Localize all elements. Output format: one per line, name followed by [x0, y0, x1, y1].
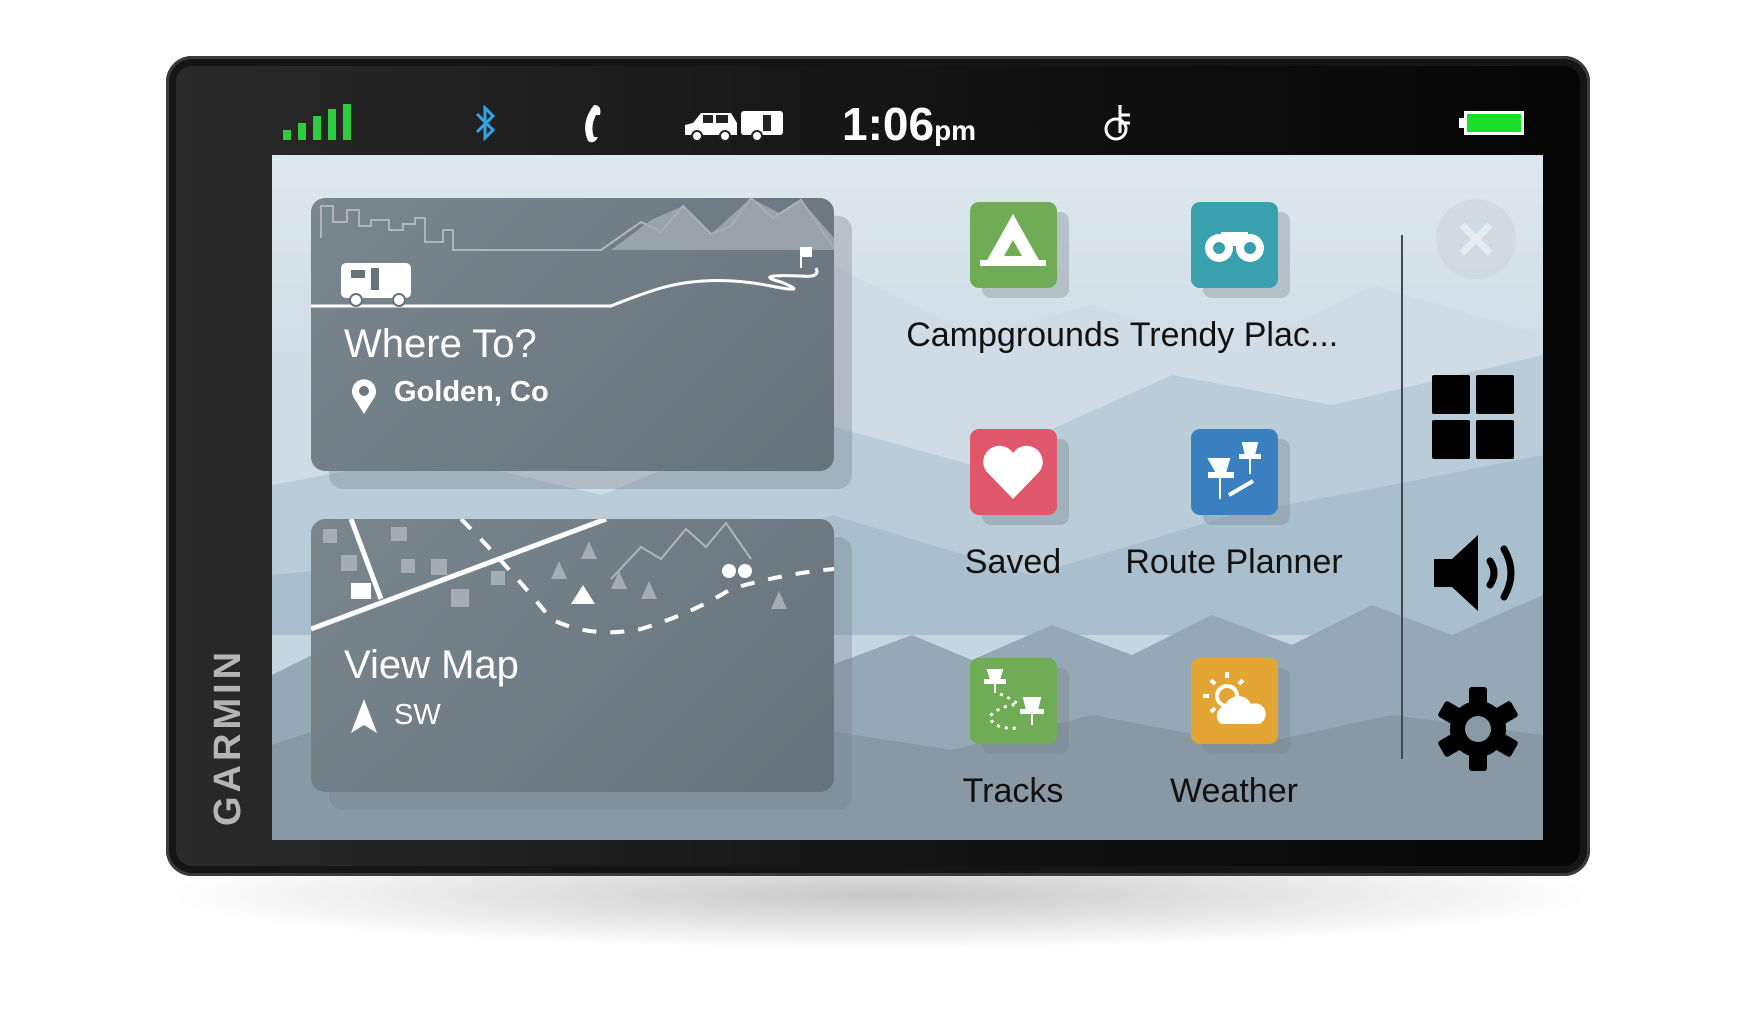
apps-grid-icon[interactable]	[1432, 375, 1514, 459]
binoculars-icon	[1190, 202, 1278, 288]
close-icon	[1459, 222, 1493, 256]
app-trendy-places[interactable]: Trendy Plac...	[1124, 202, 1344, 355]
brand-logo: GARMIN	[207, 647, 249, 826]
map-illustration	[311, 519, 834, 635]
clock-time: 1:06	[842, 98, 935, 150]
app-label: Saved	[964, 543, 1062, 581]
location-pin-icon	[352, 379, 376, 414]
app-tracks[interactable]: Tracks	[903, 658, 1123, 811]
phone-icon[interactable]	[580, 103, 608, 143]
app-campgrounds[interactable]: Campgrounds	[903, 202, 1123, 355]
view-map-title: View Map	[344, 643, 519, 687]
app-label: Trendy Plac...	[1129, 316, 1339, 354]
heart-icon	[969, 429, 1057, 515]
where-to-card[interactable]: Where To? Golden, Co	[311, 198, 834, 471]
current-location: Golden, Co	[394, 376, 549, 408]
app-label: Campgrounds	[906, 316, 1120, 354]
app-label: Route Planner	[1125, 543, 1343, 581]
volume-icon[interactable]	[1434, 535, 1522, 611]
app-label: Weather	[1170, 772, 1298, 810]
road-trip-illustration	[311, 198, 834, 308]
bluetooth-icon[interactable]	[473, 105, 497, 141]
weather-icon	[1190, 658, 1278, 744]
view-map-card[interactable]: View Map SW	[311, 519, 834, 792]
battery-icon	[1459, 111, 1524, 135]
heading-direction: SW	[394, 699, 441, 731]
app-route-planner[interactable]: Route Planner	[1124, 429, 1344, 582]
heading-arrow-icon	[351, 699, 377, 733]
app-weather[interactable]: Weather	[1124, 658, 1344, 811]
app-label: Tracks	[962, 772, 1064, 810]
tent-icon	[969, 202, 1057, 288]
close-button[interactable]	[1436, 199, 1516, 279]
app-saved[interactable]: Saved	[903, 429, 1123, 582]
car-trailer-icon	[685, 111, 783, 142]
status-bar: 1:06pm	[272, 95, 1543, 150]
where-to-title: Where To?	[344, 322, 537, 366]
home-screen: Where To? Golden, Co View Map SW Campgro…	[272, 155, 1543, 840]
tuner-icon[interactable]	[1102, 103, 1136, 143]
track-pins-icon	[969, 658, 1057, 744]
cellular-signal-icon	[283, 104, 351, 140]
clock-suffix: pm	[934, 115, 977, 146]
settings-gear-icon[interactable]	[1436, 685, 1520, 773]
route-pins-icon	[1190, 429, 1278, 515]
divider	[1401, 235, 1403, 759]
clock: 1:06pm	[842, 97, 976, 151]
